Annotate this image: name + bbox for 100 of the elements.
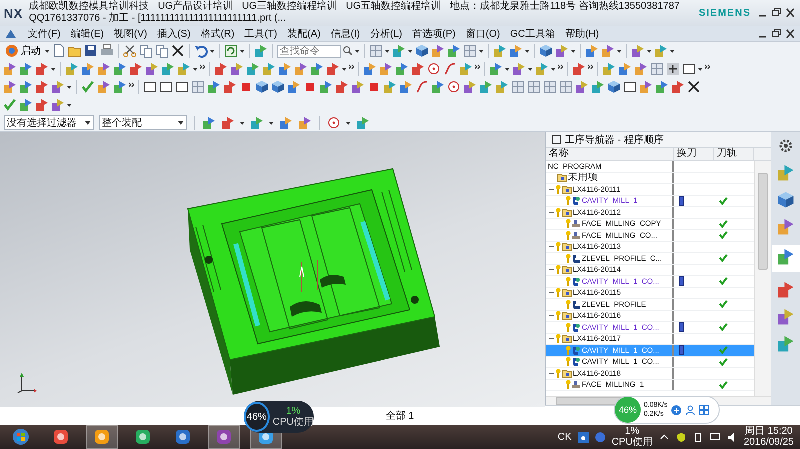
square-icon[interactable] xyxy=(159,80,173,94)
undo-icon[interactable] xyxy=(194,44,208,58)
tool-icon[interactable] xyxy=(639,80,653,94)
cube-icon[interactable] xyxy=(255,80,269,94)
tool-icon[interactable] xyxy=(97,80,111,94)
menu-item[interactable]: GC工具箱 xyxy=(508,26,558,40)
tool-icon[interactable] xyxy=(411,62,425,76)
tool-icon[interactable] xyxy=(379,62,393,76)
tool-icon[interactable] xyxy=(202,116,216,130)
graphics-viewport[interactable] xyxy=(0,132,545,407)
tool-icon[interactable] xyxy=(575,80,589,94)
grid-icon[interactable] xyxy=(698,404,710,416)
tool-icon[interactable] xyxy=(431,80,445,94)
cube-icon[interactable] xyxy=(607,80,621,94)
tool-icon[interactable] xyxy=(618,62,632,76)
cube-icon[interactable] xyxy=(415,44,429,58)
plus-icon[interactable] xyxy=(666,62,680,76)
menu-item[interactable]: 文件(F) xyxy=(26,26,63,40)
column-header[interactable]: 刀轨 xyxy=(714,148,754,160)
tool-icon[interactable] xyxy=(631,44,645,58)
menu-item[interactable]: 首选项(P) xyxy=(410,26,458,40)
tool-icon[interactable] xyxy=(35,98,49,112)
tool-icon[interactable] xyxy=(221,116,235,130)
tool-icon[interactable] xyxy=(51,98,65,112)
tool-icon[interactable] xyxy=(463,80,477,94)
curve-icon[interactable] xyxy=(443,62,457,76)
input-method-label[interactable]: CK xyxy=(558,432,572,442)
tool-icon[interactable] xyxy=(363,62,377,76)
check-icon[interactable] xyxy=(3,98,17,112)
search-icon[interactable] xyxy=(343,46,353,56)
filled-square-icon[interactable] xyxy=(303,80,317,94)
cube-icon[interactable] xyxy=(776,191,794,209)
tool-icon[interactable] xyxy=(395,62,409,76)
tool-icon[interactable] xyxy=(776,218,794,236)
pages-icon[interactable] xyxy=(139,44,153,58)
close-icon[interactable] xyxy=(785,8,796,18)
menu-item[interactable]: 工具(T) xyxy=(242,26,280,40)
tool-icon[interactable] xyxy=(335,80,349,94)
tool-icon[interactable] xyxy=(326,62,340,76)
scrollbar-thumb[interactable] xyxy=(758,173,768,270)
tool-icon[interactable] xyxy=(298,116,312,130)
tool-icon[interactable] xyxy=(351,80,365,94)
restore-icon[interactable] xyxy=(771,8,782,18)
tool-icon[interactable] xyxy=(489,62,503,76)
cube-icon[interactable] xyxy=(271,80,285,94)
menu-item[interactable]: 信息(I) xyxy=(328,26,362,40)
tool-icon[interactable] xyxy=(81,62,95,76)
tool-icon[interactable] xyxy=(278,62,292,76)
tool-icon[interactable] xyxy=(294,62,308,76)
cross-icon[interactable] xyxy=(687,80,701,94)
tool-icon[interactable] xyxy=(214,62,228,76)
start-button[interactable]: 启动 xyxy=(3,44,43,58)
document-icon[interactable] xyxy=(52,44,66,58)
tool-icon[interactable] xyxy=(431,44,445,58)
circle-icon[interactable] xyxy=(447,80,461,94)
tool-icon[interactable] xyxy=(319,80,333,94)
printer-icon[interactable] xyxy=(100,44,114,58)
tool-icon[interactable] xyxy=(250,116,264,130)
tool-icon[interactable] xyxy=(776,164,794,182)
tool-icon[interactable] xyxy=(113,80,127,94)
cross-icon[interactable] xyxy=(171,44,185,58)
cube-icon[interactable] xyxy=(539,44,553,58)
tool-icon[interactable] xyxy=(601,44,615,58)
filled-square-icon[interactable] xyxy=(367,80,381,94)
tool-icon[interactable] xyxy=(223,80,237,94)
shield-icon[interactable] xyxy=(676,432,687,442)
filled-square-icon[interactable] xyxy=(239,80,253,94)
tool-icon[interactable] xyxy=(555,44,569,58)
check-icon[interactable] xyxy=(81,80,95,94)
tool-icon[interactable] xyxy=(19,80,33,94)
tool-icon[interactable] xyxy=(776,308,794,326)
tool-icon[interactable] xyxy=(97,62,111,76)
menu-item[interactable]: 编辑(E) xyxy=(68,26,106,40)
menu-item[interactable]: 视图(V) xyxy=(112,26,150,40)
clock-time[interactable]: 周日 15:20 xyxy=(745,426,793,437)
circle-icon[interactable] xyxy=(327,116,341,130)
tool-icon[interactable] xyxy=(145,62,159,76)
tool-icon[interactable] xyxy=(254,44,268,58)
square-icon[interactable] xyxy=(623,80,637,94)
tool-icon[interactable] xyxy=(383,80,397,94)
tool-icon[interactable] xyxy=(287,80,301,94)
filter-dropdown[interactable]: 没有选择过滤器 xyxy=(4,115,94,130)
menu-item[interactable]: 装配(A) xyxy=(285,26,323,40)
taskbar-app[interactable] xyxy=(86,425,118,449)
tool-icon[interactable] xyxy=(207,80,221,94)
tool-icon[interactable] xyxy=(776,248,794,266)
circle-icon[interactable] xyxy=(427,62,441,76)
tool-icon[interactable] xyxy=(399,80,413,94)
scissors-icon[interactable] xyxy=(123,44,137,58)
tool-icon[interactable] xyxy=(113,62,127,76)
tool-icon[interactable] xyxy=(585,44,599,58)
tool-icon[interactable] xyxy=(634,62,648,76)
tool-icon[interactable] xyxy=(447,44,461,58)
column-header[interactable]: 换刀 xyxy=(674,148,714,160)
tool-icon[interactable] xyxy=(262,62,276,76)
tool-icon[interactable] xyxy=(3,62,17,76)
tool-icon[interactable] xyxy=(509,44,523,58)
tool-icon[interactable] xyxy=(279,116,293,130)
tool-icon[interactable] xyxy=(776,335,794,353)
square-icon[interactable] xyxy=(682,62,696,76)
